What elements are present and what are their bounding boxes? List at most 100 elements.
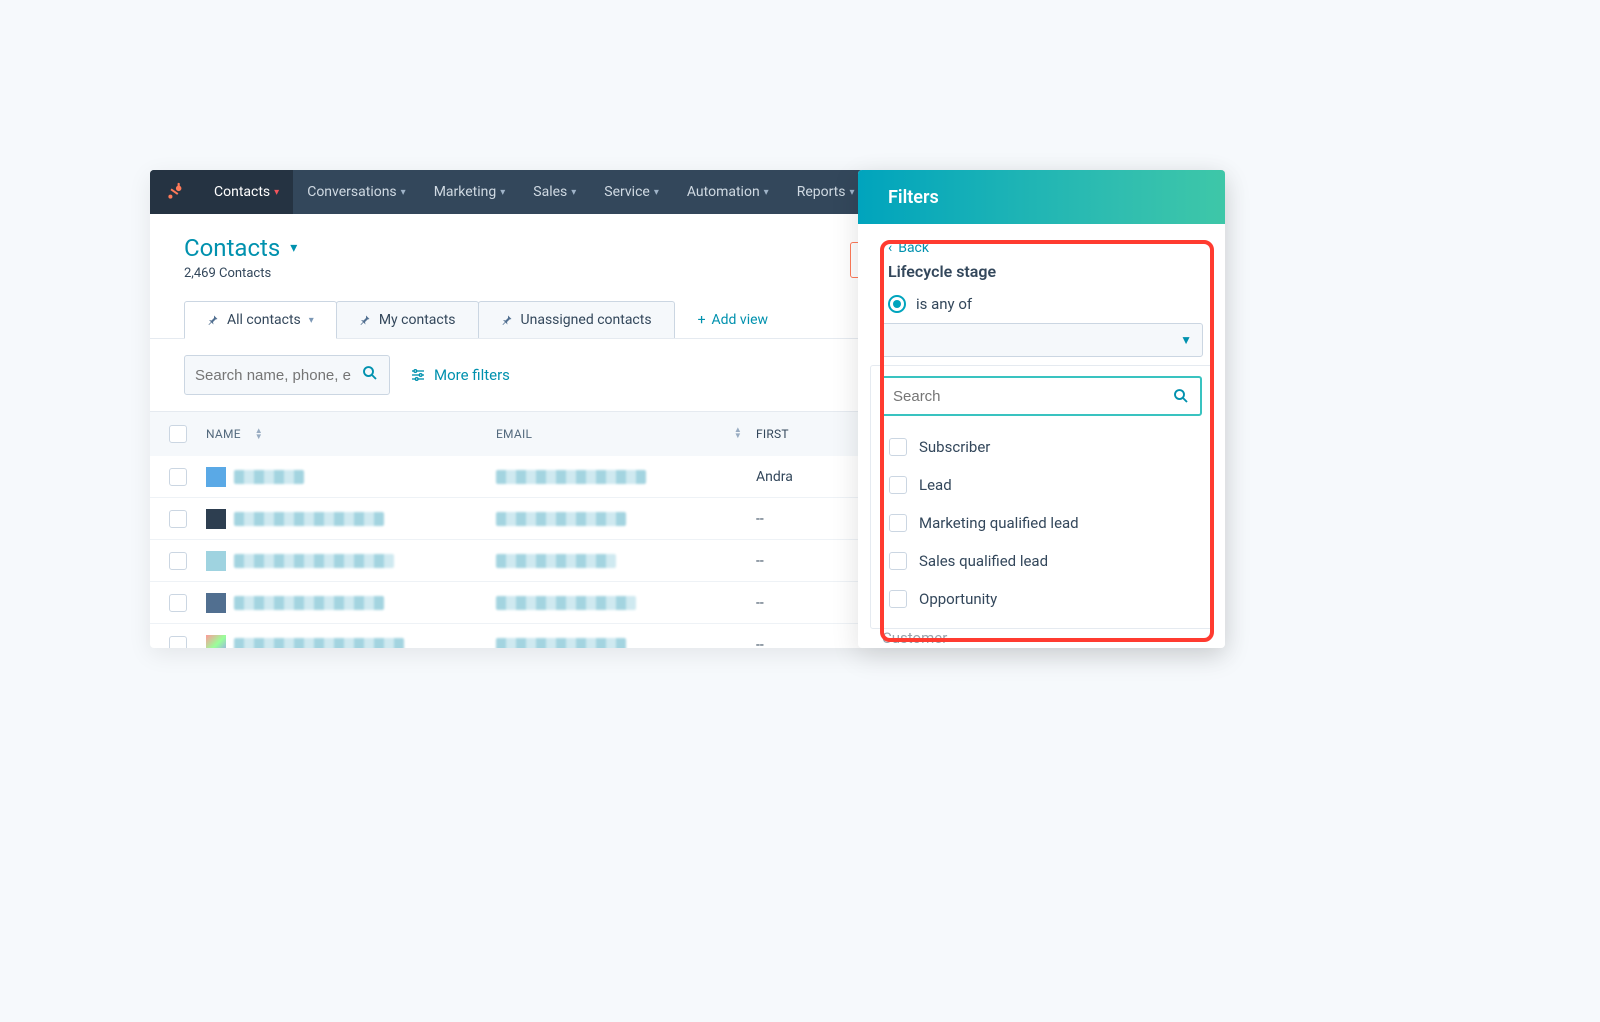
pin-icon: [207, 314, 219, 326]
sliders-icon: [410, 367, 426, 383]
chevron-down-icon: ▾: [654, 187, 659, 198]
option-customer-overflow[interactable]: Customer: [858, 629, 1225, 648]
option-marketing-qualified-lead[interactable]: Marketing qualified lead: [881, 504, 1202, 542]
tab-unassigned-contacts[interactable]: Unassigned contacts: [478, 301, 675, 338]
search-input-wrapper[interactable]: [184, 355, 390, 395]
search-icon: [1172, 387, 1190, 405]
search-input[interactable]: [195, 367, 355, 384]
nav-item-sales[interactable]: Sales ▾: [519, 170, 590, 214]
avatar: [206, 593, 226, 613]
pin-icon: [359, 314, 371, 326]
select-all-cell[interactable]: [150, 425, 206, 443]
avatar: [206, 551, 226, 571]
chevron-down-icon: ▾: [571, 187, 576, 198]
redacted-email: [496, 596, 636, 610]
nav-label: Service: [604, 184, 650, 200]
sort-icon: ▲▼: [255, 428, 263, 440]
nav-label: Sales: [533, 184, 567, 200]
nav-label: Conversations: [307, 184, 396, 200]
first-name-cell: --: [756, 553, 866, 569]
redacted-name: [234, 596, 384, 610]
option-opportunity[interactable]: Opportunity: [881, 580, 1202, 618]
column-header-name[interactable]: NAME ▲▼: [206, 427, 496, 441]
checkbox[interactable]: [169, 425, 187, 443]
page-title: Contacts: [184, 234, 280, 262]
back-link[interactable]: ‹ Back: [858, 240, 1225, 256]
option-sales-qualified-lead[interactable]: Sales qualified lead: [881, 542, 1202, 580]
more-filters-label: More filters: [434, 366, 510, 384]
chevron-down-icon: ▾: [274, 187, 279, 198]
redacted-name: [234, 470, 304, 484]
dropdown-search[interactable]: [881, 376, 1202, 416]
redacted-email: [496, 470, 646, 484]
checkbox[interactable]: [169, 510, 187, 528]
nav-item-reports[interactable]: Reports ▾: [783, 170, 869, 214]
checkbox[interactable]: [169, 552, 187, 570]
option-lead[interactable]: Lead: [881, 466, 1202, 504]
add-view-label: Add view: [712, 312, 769, 328]
redacted-email: [496, 554, 616, 568]
redacted-name: [234, 512, 384, 526]
search-icon: [361, 364, 379, 386]
checkbox[interactable]: [169, 594, 187, 612]
plus-icon: +: [698, 312, 706, 328]
options-dropdown: Subscriber Lead Marketing qualified lead…: [870, 365, 1213, 629]
chevron-down-icon: ▾: [290, 240, 297, 256]
filters-panel-title: Filters: [858, 170, 1225, 224]
chevron-down-icon: ▾: [850, 187, 855, 198]
checkbox[interactable]: [169, 468, 187, 486]
column-header-email[interactable]: EMAIL ▲▼: [496, 427, 756, 441]
chevron-down-icon: ▾: [401, 187, 406, 198]
pin-icon: [501, 314, 513, 326]
hubspot-logo-icon[interactable]: [150, 170, 200, 214]
column-header-first[interactable]: FIRST: [756, 427, 866, 441]
redacted-email: [496, 638, 626, 649]
checkbox[interactable]: [889, 590, 907, 608]
value-select[interactable]: ▼: [880, 323, 1203, 357]
nav-label: Reports: [797, 184, 846, 200]
tab-my-contacts[interactable]: My contacts: [336, 301, 479, 338]
option-label: Opportunity: [919, 590, 997, 608]
back-label: Back: [898, 240, 929, 256]
option-label: Subscriber: [919, 438, 990, 456]
tab-label: My contacts: [379, 312, 456, 328]
nav-item-contacts[interactable]: Contacts ▾: [200, 170, 293, 214]
chevron-down-icon: ▼: [1180, 333, 1192, 347]
operator-radio-is-any-of[interactable]: is any of: [858, 291, 1225, 323]
tab-label: All contacts: [227, 312, 301, 328]
chevron-down-icon: ▾: [500, 187, 505, 198]
redacted-name: [234, 554, 394, 568]
nav-item-conversations[interactable]: Conversations ▾: [293, 170, 420, 214]
operator-label: is any of: [916, 295, 972, 313]
redacted-email: [496, 512, 626, 526]
avatar: [206, 467, 226, 487]
chevron-left-icon: ‹: [888, 240, 892, 256]
add-view-button[interactable]: + Add view: [698, 312, 768, 328]
checkbox[interactable]: [889, 476, 907, 494]
option-label: Sales qualified lead: [919, 552, 1048, 570]
tab-label: Unassigned contacts: [521, 312, 652, 328]
nav-item-service[interactable]: Service ▾: [590, 170, 673, 214]
more-filters-button[interactable]: More filters: [410, 366, 510, 384]
option-label: Lead: [919, 476, 952, 494]
dropdown-search-input[interactable]: [893, 388, 1172, 405]
checkbox[interactable]: [889, 552, 907, 570]
filter-property-title: Lifecycle stage: [858, 256, 1225, 291]
stage: Contacts ▾ Conversations ▾ Marketing ▾ S…: [0, 0, 1600, 1022]
filters-body: ‹ Back Lifecycle stage is any of ▼: [858, 224, 1225, 648]
first-name-cell: --: [756, 511, 866, 527]
nav-item-automation[interactable]: Automation ▾: [673, 170, 783, 214]
checkbox[interactable]: [889, 514, 907, 532]
checkbox[interactable]: [889, 438, 907, 456]
redacted-name: [234, 638, 404, 649]
options-list: Subscriber Lead Marketing qualified lead…: [871, 424, 1212, 628]
chevron-down-icon: ▾: [309, 315, 314, 326]
first-name-cell: --: [756, 595, 866, 611]
option-subscriber[interactable]: Subscriber: [881, 428, 1202, 466]
first-name-cell: Andra: [756, 469, 866, 485]
nav-item-marketing[interactable]: Marketing ▾: [420, 170, 520, 214]
avatar: [206, 635, 226, 649]
checkbox[interactable]: [169, 636, 187, 649]
tab-all-contacts[interactable]: All contacts ▾: [184, 301, 337, 338]
sort-icon: ▲▼: [734, 427, 742, 439]
